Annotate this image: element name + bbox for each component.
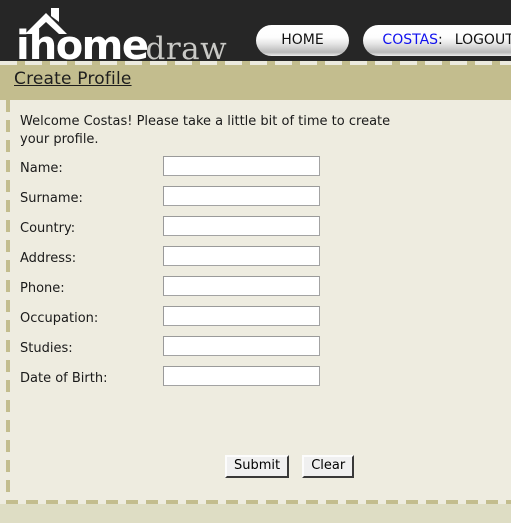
label-address: Address: — [20, 251, 77, 266]
input-date-of-birth[interactable] — [163, 366, 320, 386]
input-surname[interactable] — [163, 186, 320, 206]
form-row: Studies: — [20, 336, 340, 366]
main-nav: HOME COSTAS: LOGOUT — [256, 25, 511, 56]
form-row: Country: — [20, 216, 340, 246]
create-profile-form: Name: Surname: Country: Address: Phone: — [20, 156, 355, 478]
title-bar-dashed-divider — [0, 61, 511, 65]
clear-button[interactable]: Clear — [302, 455, 355, 478]
content-left-dashed-border — [6, 100, 10, 504]
form-row: Address: — [20, 246, 340, 276]
nav-separator: : — [438, 32, 443, 48]
site-header: ihomedraw HOME COSTAS: LOGOUT — [0, 0, 511, 61]
label-occupation: Occupation: — [20, 311, 99, 326]
logo-text-home: home — [28, 23, 149, 61]
logo-wordmark: ihomedraw — [16, 26, 227, 61]
label-phone: Phone: — [20, 281, 65, 296]
input-name[interactable] — [163, 156, 320, 176]
form-row: Surname: — [20, 186, 340, 216]
form-actions: Submit Clear — [225, 454, 355, 478]
input-studies[interactable] — [163, 336, 320, 356]
page-title-bar: Create Profile — [0, 61, 511, 100]
label-surname: Surname: — [20, 191, 83, 206]
nav-logout-link[interactable]: LOGOUT — [455, 32, 511, 48]
label-name: Name: — [20, 161, 63, 176]
content-panel: Welcome Costas! Please take a little bit… — [0, 100, 511, 504]
submit-button[interactable]: Submit — [225, 455, 290, 478]
nav-username-link[interactable]: COSTAS — [382, 32, 438, 48]
label-studies: Studies: — [20, 341, 73, 356]
form-row: Date of Birth: — [20, 366, 340, 396]
form-row: Occupation: — [20, 306, 340, 336]
welcome-message: Welcome Costas! Please take a little bit… — [20, 114, 391, 148]
input-address[interactable] — [163, 246, 320, 266]
input-country[interactable] — [163, 216, 320, 236]
form-row: Phone: — [20, 276, 340, 306]
logo-text-i: i — [16, 23, 30, 61]
label-date-of-birth: Date of Birth: — [20, 371, 108, 386]
page-title: Create Profile — [14, 69, 132, 89]
label-country: Country: — [20, 221, 76, 236]
nav-user-panel: COSTAS: LOGOUT — [363, 25, 511, 56]
input-occupation[interactable] — [163, 306, 320, 326]
logo-text-draw: draw — [145, 31, 228, 62]
input-phone[interactable] — [163, 276, 320, 296]
content-bottom-dashed-border — [6, 500, 511, 504]
page-root: ihomedraw HOME COSTAS: LOGOUT Create Prof… — [0, 0, 511, 523]
nav-home-button[interactable]: HOME — [256, 25, 349, 56]
form-row: Name: — [20, 156, 340, 186]
